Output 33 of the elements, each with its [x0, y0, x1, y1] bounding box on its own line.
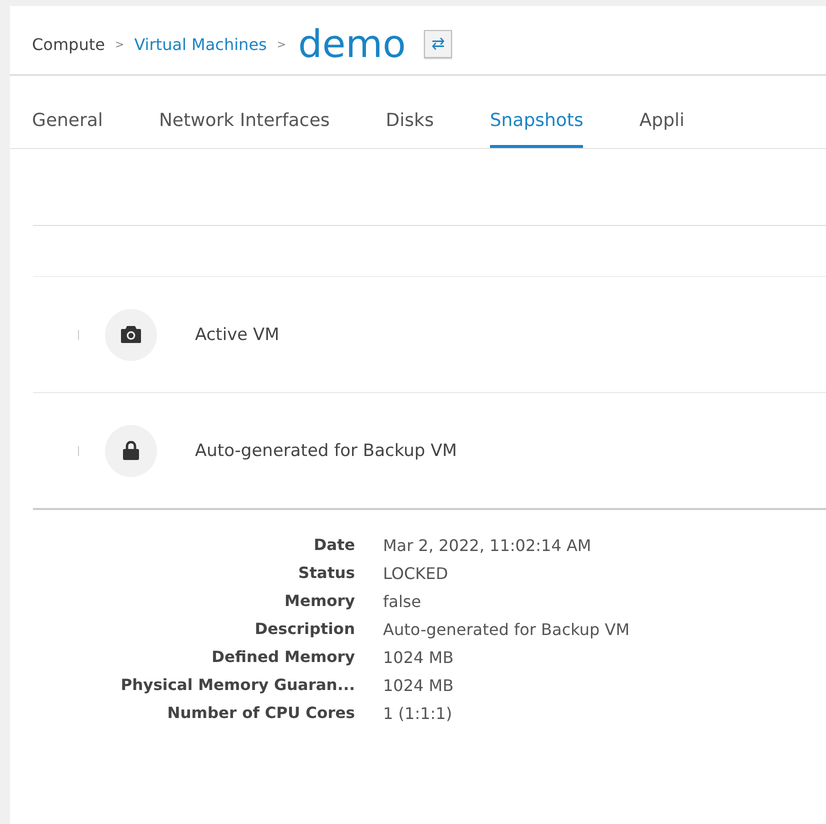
detail-value: false: [383, 592, 422, 611]
breadcrumb-separator: >: [114, 38, 124, 50]
tab[interactable]: General: [32, 104, 103, 148]
camera-icon: [121, 326, 141, 343]
detail-value: 1 (1:1:1): [383, 704, 454, 723]
snapshot-name: Auto-generated for Backup VM: [195, 440, 457, 460]
detail-label: Memory: [284, 592, 355, 611]
detail-value: Auto-generated for Backup VM: [383, 620, 631, 639]
breadcrumb-item: Compute: [32, 34, 105, 54]
detail-label: Physical Memory Guaran...: [120, 676, 355, 695]
snapshot-row[interactable]: Auto-generated for Backup VM: [33, 393, 826, 510]
snapshot-row[interactable]: Active VM: [33, 277, 826, 393]
breadcrumb-separator: >: [276, 38, 286, 50]
detail-label: Defined Memory: [210, 648, 355, 667]
page-title: demo: [298, 25, 406, 63]
detail-label: Status: [297, 564, 355, 583]
detail-label: Description: [254, 620, 355, 639]
detail-value: Mar 2, 2022, 11:02:14 AM: [383, 536, 592, 555]
tab[interactable]: Network Interfaces: [158, 104, 330, 148]
tab[interactable]: Snapshots: [490, 104, 584, 148]
switch-button[interactable]: ⇄: [424, 30, 452, 58]
row-marker: [78, 330, 79, 340]
tab[interactable]: Appli: [639, 104, 685, 148]
detail-label: Number of CPU Cores: [166, 704, 355, 723]
lock-icon: [123, 441, 139, 460]
detail-label: Date: [312, 536, 355, 555]
detail-value: 1024 MB: [383, 676, 455, 695]
row-marker: [78, 446, 79, 456]
snapshot-name: Active VM: [195, 324, 280, 344]
tab[interactable]: Disks: [386, 104, 434, 148]
detail-value: LOCKED: [383, 564, 450, 583]
breadcrumb-link[interactable]: Virtual Machines: [134, 34, 267, 54]
detail-value: 1024 MB: [383, 648, 455, 667]
